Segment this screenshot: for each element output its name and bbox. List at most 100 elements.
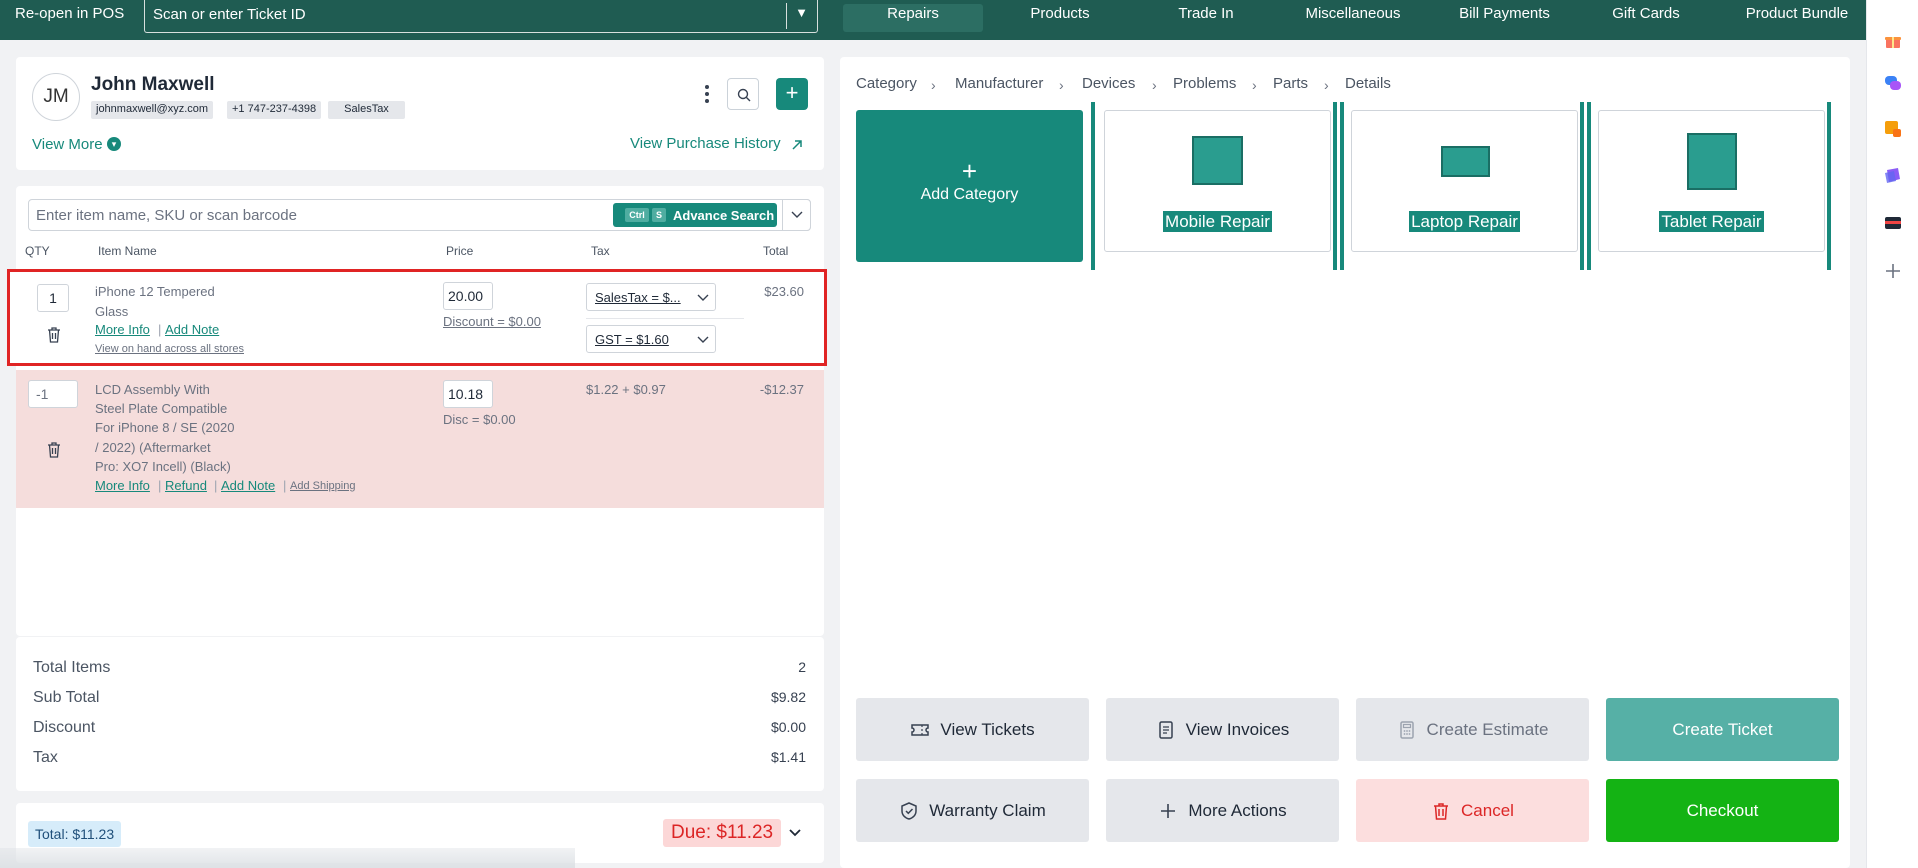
tax-select-gst[interactable]: GST = $1.60 [586,325,716,353]
item-name-line: For iPhone 8 / SE (2020 [95,420,235,435]
breadcrumb-problems[interactable]: Problems [1173,75,1236,92]
warranty-claim-label: Warranty Claim [929,800,1046,820]
trash-icon [1434,802,1449,820]
add-shipping-link[interactable]: Add Shipping [290,480,355,492]
gift-icon[interactable] [1884,32,1902,50]
divider [586,318,744,319]
customer-name: John Maxwell [91,74,215,95]
top-bar: Re-open in POS Scan or enter Ticket ID ▼… [0,0,1866,40]
breadcrumb-chevron-icon: › [1324,77,1329,93]
category-tile-laptop-repair[interactable]: Laptop Repair [1351,110,1578,252]
customer-search-button[interactable] [727,78,759,110]
breadcrumb-parts[interactable]: Parts [1273,75,1308,92]
price-input[interactable]: 20.00 [443,282,493,310]
advance-search-button[interactable]: Ctrl S Advance Search [613,203,777,227]
ticket-icon [911,723,930,736]
trash-icon[interactable] [47,442,61,458]
column-price: Price [446,244,474,258]
orange-square-icon[interactable] [1884,120,1902,138]
item-name-line: Glass [95,304,129,319]
more-info-link[interactable]: More Info [95,322,150,337]
discount-label[interactable]: Disc = $0.00 [443,412,516,427]
breadcrumb-details[interactable]: Details [1345,75,1391,92]
tile-divider [1091,102,1095,270]
add-category-label: Add Category [920,186,1019,203]
link-separator: | [158,322,162,337]
status-strip [0,848,575,868]
view-purchase-history-link[interactable]: View Purchase History [630,135,781,152]
item-name-line: / 2022) (Aftermarket [95,440,211,455]
grand-total-badge: Total: $11.23 [28,821,122,847]
create-estimate-button[interactable]: Create Estimate [1356,698,1589,761]
search-options-toggle[interactable] [782,199,811,231]
laptop-image [1441,146,1490,177]
category-tile-tablet-repair[interactable]: Tablet Repair [1598,110,1825,252]
create-ticket-button[interactable]: Create Ticket [1606,698,1839,761]
layers-icon[interactable] [1884,166,1902,184]
calculator-icon [1399,720,1414,739]
total-items-value: 2 [798,659,806,675]
view-invoices-button[interactable]: View Invoices [1106,698,1339,761]
tab-trade-in[interactable]: Trade In [1160,4,1252,32]
due-badge: Due: $11.23 [663,819,782,847]
link-separator: | [158,478,162,493]
tile-divider [1340,102,1344,270]
tab-repairs[interactable]: Repairs [843,4,983,32]
advance-search-label: Advance Search [673,208,775,223]
trash-icon[interactable] [47,327,61,343]
add-note-link[interactable]: Add Note [165,322,219,337]
chat-bubbles-icon[interactable] [1884,74,1902,92]
warranty-claim-button[interactable]: Warranty Claim [856,779,1089,842]
add-note-link[interactable]: Add Note [221,478,275,493]
add-app-icon[interactable] [1884,262,1902,280]
add-category-button[interactable]: + Add Category [856,110,1083,262]
breadcrumb-manufacturer[interactable]: Manufacturer [955,75,1043,92]
plus-icon [1161,803,1176,818]
more-actions-button[interactable]: More Actions [1106,779,1339,842]
customer-tax-chip: SalesTax [328,101,405,119]
tile-label-text: Laptop Repair [1409,211,1520,232]
quantity-input[interactable]: -1 [28,380,78,408]
tab-products[interactable]: Products [1003,4,1117,32]
tax-select-salestax[interactable]: SalesTax = $... [586,283,716,311]
tile-label-text: Tablet Repair [1659,211,1764,232]
quantity-input[interactable]: 1 [37,284,69,312]
tab-bill-payments[interactable]: Bill Payments [1443,4,1566,32]
category-tile-mobile-repair[interactable]: Mobile Repair [1104,110,1331,252]
breadcrumb-chevron-icon: › [931,77,936,93]
cancel-label: Cancel [1461,800,1514,820]
chevron-down-icon [697,336,709,343]
tab-product-bundle[interactable]: Product Bundle [1736,4,1858,32]
ticket-dropdown-caret-icon[interactable]: ▼ [786,3,816,29]
item-name-line: LCD Assembly With [95,382,210,397]
row-total: -$12.37 [759,382,804,397]
price-input[interactable]: 10.18 [443,380,493,408]
more-options-icon[interactable] [700,82,714,106]
view-on-hand-link[interactable]: View on hand across all stores [95,343,244,355]
customer-email-chip: johnmaxwell@xyz.com [91,101,214,119]
ticket-id-input[interactable]: Scan or enter Ticket ID [144,0,818,33]
refund-link[interactable]: Refund [165,478,207,493]
tab-miscellaneous[interactable]: Miscellaneous [1295,4,1411,32]
tile-divider [1587,102,1591,270]
breadcrumb-chevron-icon: › [1252,77,1257,93]
external-arrow-icon[interactable] [791,139,803,151]
view-tickets-button[interactable]: View Tickets [856,698,1089,761]
chevron-down-icon[interactable]: ▾ [107,137,121,151]
discount-link[interactable]: Discount = $0.00 [443,314,541,329]
view-more-link[interactable]: View More [32,136,103,153]
breadcrumb-category[interactable]: Category [856,75,917,92]
breadcrumb-chevron-icon: › [1152,77,1157,93]
tax-total-value: $1.41 [770,749,806,765]
checkout-button[interactable]: Checkout [1606,779,1839,842]
column-total: Total [763,244,789,258]
add-customer-button[interactable]: + [776,78,808,110]
more-info-link[interactable]: More Info [95,478,150,493]
tab-gift-cards[interactable]: Gift Cards [1601,4,1691,32]
cancel-button[interactable]: Cancel [1356,779,1589,842]
wallet-icon[interactable] [1884,214,1902,232]
breadcrumb-devices[interactable]: Devices [1082,75,1135,92]
chevron-down-icon[interactable] [788,826,802,840]
tax-select-value: SalesTax = $... [595,290,681,305]
discount-total-value: $0.00 [770,719,806,735]
